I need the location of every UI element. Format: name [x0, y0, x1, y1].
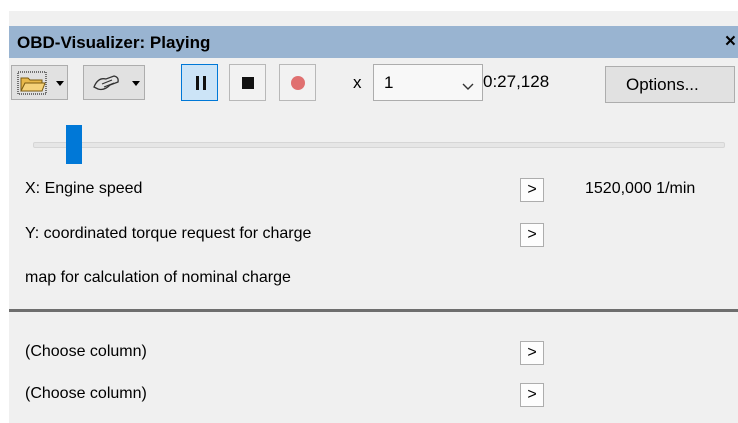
chevron-down-icon	[132, 81, 140, 86]
x-axis-label: X: Engine speed	[25, 180, 143, 197]
stop-icon	[242, 77, 254, 89]
chevron-down-icon	[56, 81, 64, 86]
column-select-button-2[interactable]: >	[520, 383, 544, 407]
speed-select-value: 1	[384, 73, 394, 92]
record-button[interactable]	[279, 64, 316, 101]
record-icon	[291, 76, 305, 90]
link-icon	[92, 73, 122, 98]
window-title: OBD-Visualizer: Playing	[17, 33, 211, 52]
speed-select[interactable]: 1	[373, 64, 483, 101]
pause-button[interactable]	[181, 64, 218, 101]
folder-icon	[17, 71, 47, 100]
divider	[9, 309, 738, 312]
y-axis-select-button[interactable]: >	[520, 223, 544, 247]
options-button[interactable]: Options...	[605, 66, 735, 103]
obd-visualizer-panel: OBD-Visualizer: Playing × x 1 0:27,128 O…	[9, 11, 738, 423]
column-label-1: (Choose column)	[25, 343, 147, 360]
speed-multiplier-label: x	[353, 73, 362, 92]
stop-button[interactable]	[229, 64, 266, 101]
title-bar: OBD-Visualizer: Playing ×	[9, 26, 738, 58]
column-select-button-1[interactable]: >	[520, 341, 544, 365]
source-button[interactable]	[83, 65, 145, 100]
x-axis-select-button[interactable]: >	[520, 178, 544, 202]
open-file-button[interactable]	[11, 65, 68, 100]
playback-time: 0:27,128	[483, 72, 550, 91]
pause-icon	[195, 76, 207, 95]
y-axis-label: Y: coordinated torque request for charge	[25, 225, 312, 242]
close-icon[interactable]: ×	[725, 31, 736, 53]
playback-slider-track[interactable]	[33, 142, 725, 148]
playback-slider-thumb[interactable]	[66, 125, 82, 164]
options-button-label: Options...	[626, 75, 699, 94]
map-title: map for calculation of nominal charge	[25, 269, 291, 286]
column-label-2: (Choose column)	[25, 385, 147, 402]
chevron-down-icon	[462, 78, 474, 96]
x-axis-value: 1520,000 1/min	[585, 180, 696, 197]
